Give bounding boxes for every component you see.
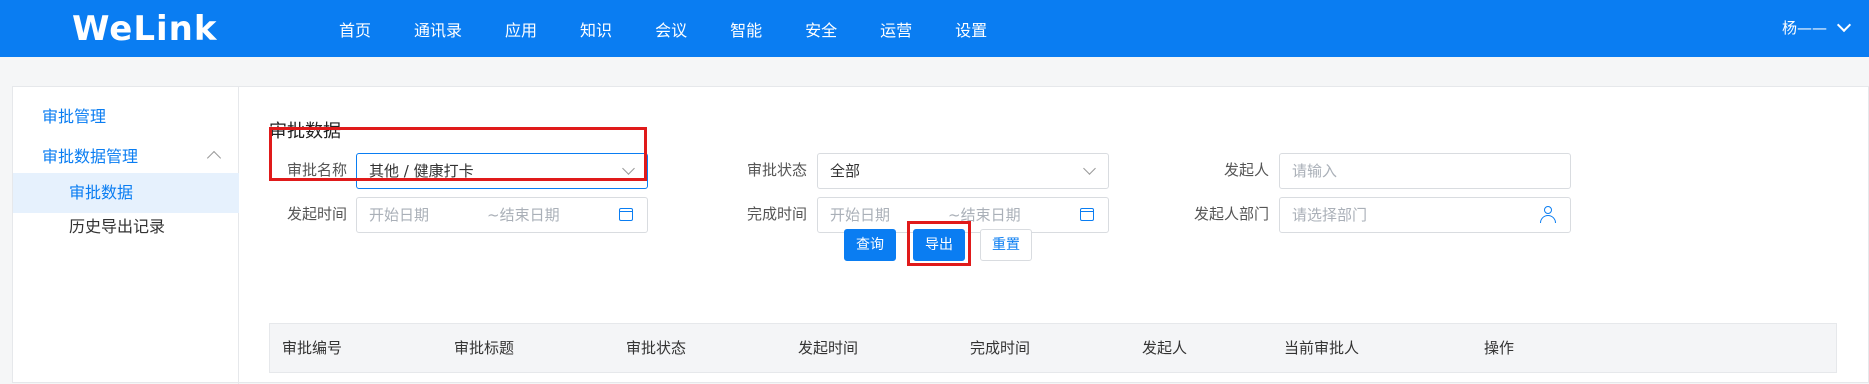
sidebar: 审批管理 审批数据管理 审批数据 历史导出记录: [13, 87, 239, 384]
initiator-input[interactable]: 请输入: [1279, 153, 1571, 189]
table-header: 审批编号 审批标题 审批状态 发起时间 完成时间 发起人 当前审批人 操作: [269, 323, 1837, 373]
column-header-initiator[interactable]: 发起人: [1142, 324, 1187, 372]
calendar-icon: [1080, 208, 1094, 221]
sidebar-item-approval-management[interactable]: 审批管理: [13, 97, 239, 137]
start-time-label: 发起时间: [286, 205, 347, 223]
nav-security[interactable]: 安全: [805, 17, 837, 41]
chevron-down-icon: [1836, 17, 1852, 32]
column-header-current-approver[interactable]: 当前审批人: [1284, 324, 1359, 372]
nav-apps[interactable]: 应用: [505, 17, 537, 41]
nav-contacts[interactable]: 通讯录: [414, 17, 462, 41]
highlight-box-approval-name: [269, 127, 647, 181]
initiator-dept-label: 发起人部门: [1193, 205, 1269, 223]
finish-time-start-placeholder: 开始日期: [830, 206, 891, 224]
nav-knowledge[interactable]: 知识: [580, 17, 612, 41]
sidebar-item-export-history[interactable]: 历史导出记录: [13, 207, 239, 247]
calendar-icon: [619, 208, 633, 221]
query-button[interactable]: 查询: [844, 229, 896, 261]
approval-status-select[interactable]: 全部: [817, 153, 1109, 189]
sidebar-item-approval-data-management[interactable]: 审批数据管理: [13, 137, 239, 177]
initiator-dept-placeholder: 请选择部门: [1292, 206, 1368, 224]
initiator-label: 发起人: [1223, 161, 1269, 179]
chevron-down-icon: [1083, 162, 1096, 175]
start-time-end-placeholder: ~结束日期: [487, 206, 560, 224]
approval-status-label: 审批状态: [746, 161, 807, 179]
column-header-actions[interactable]: 操作: [1484, 324, 1514, 372]
column-header-finish-time[interactable]: 完成时间: [970, 324, 1030, 372]
main-nav: 首页 通讯录 应用 知识 会议 智能 安全 运营 设置: [339, 0, 1030, 57]
sidebar-item-label: 审批数据管理: [42, 147, 139, 166]
top-bar: WeLink 首页 通讯录 应用 知识 会议 智能 安全 运营 设置 杨——: [0, 0, 1869, 57]
column-header-approval-title[interactable]: 审批标题: [454, 324, 514, 372]
start-time-range-picker[interactable]: 开始日期 ~结束日期: [356, 197, 648, 233]
person-icon: [1540, 206, 1556, 224]
chevron-up-icon: [206, 150, 222, 166]
start-time-start-placeholder: 开始日期: [369, 206, 430, 224]
nav-meeting[interactable]: 会议: [655, 17, 687, 41]
nav-smart[interactable]: 智能: [730, 17, 762, 41]
reset-button[interactable]: 重置: [980, 229, 1032, 261]
highlight-box-export: [907, 221, 971, 266]
main-panel: 审批管理 审批数据管理 审批数据 历史导出记录 审批数据 审批名称 其他 / 健…: [12, 86, 1869, 384]
initiator-dept-select[interactable]: 请选择部门: [1279, 197, 1571, 233]
nav-home[interactable]: 首页: [339, 17, 371, 41]
finish-time-label: 完成时间: [746, 205, 807, 223]
column-header-approval-status[interactable]: 审批状态: [626, 324, 686, 372]
column-header-start-time[interactable]: 发起时间: [798, 324, 858, 372]
user-name: 杨——: [1781, 19, 1827, 37]
nav-settings[interactable]: 设置: [955, 17, 987, 41]
initiator-placeholder: 请输入: [1292, 162, 1338, 180]
user-menu[interactable]: 杨——: [1781, 17, 1852, 38]
column-header-approval-id[interactable]: 审批编号: [282, 324, 342, 372]
approval-status-value: 全部: [830, 162, 861, 180]
welink-logo[interactable]: WeLink: [72, 9, 218, 49]
nav-operations[interactable]: 运营: [880, 17, 912, 41]
